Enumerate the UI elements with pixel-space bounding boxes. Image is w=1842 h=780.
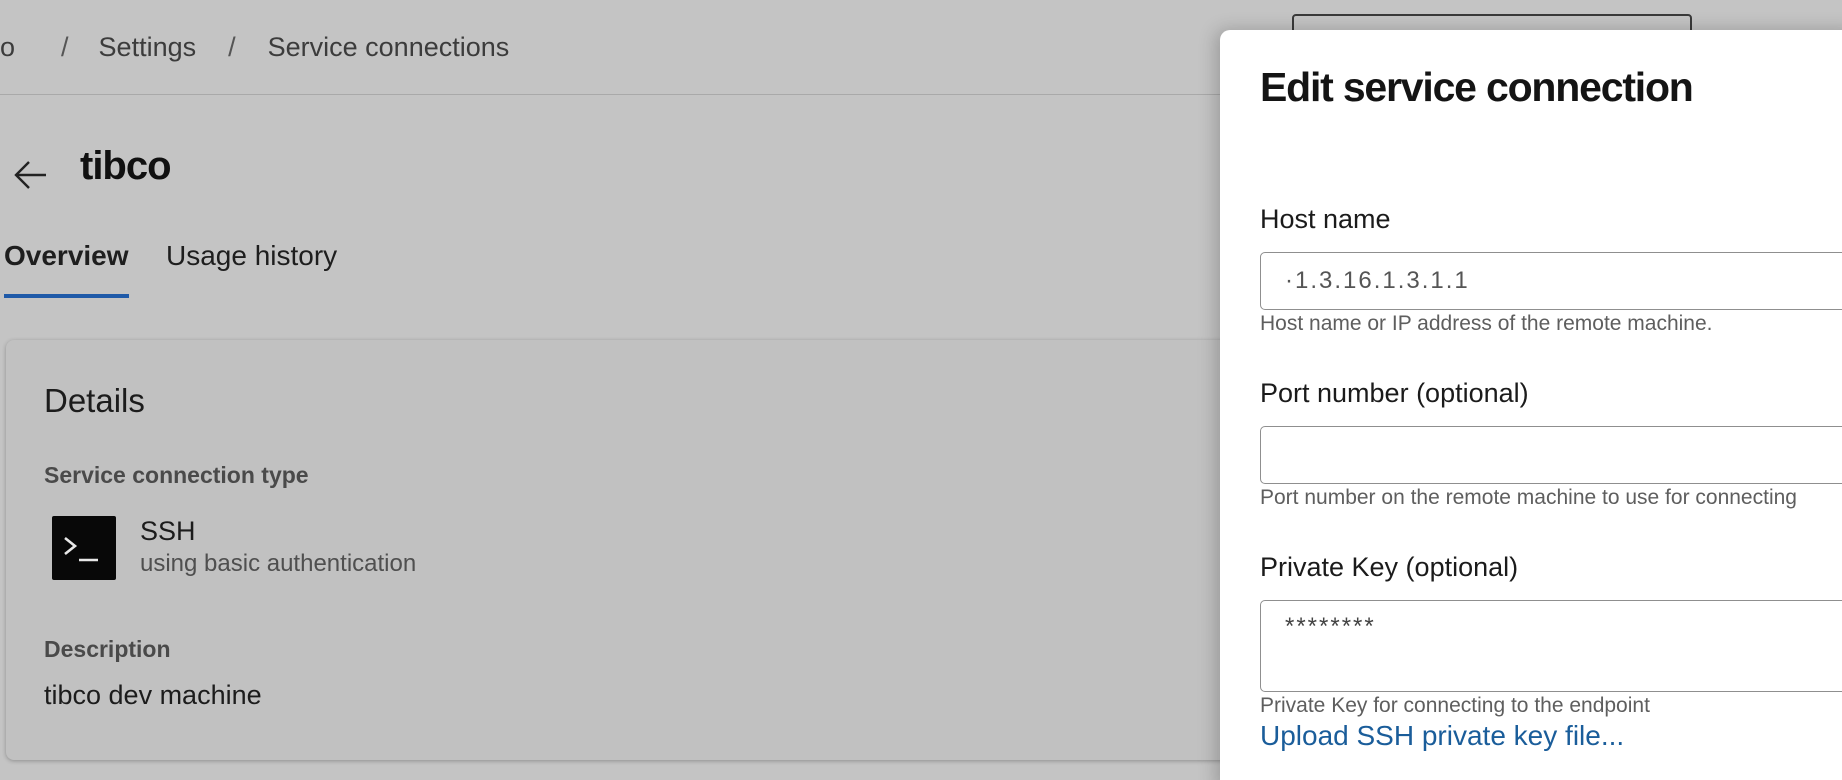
tab-overview[interactable]: Overview <box>4 240 129 298</box>
breadcrumb-item-service-connections[interactable]: Service connections <box>268 32 510 63</box>
breadcrumb-separator: / <box>228 32 236 62</box>
service-connection-type-label: Service connection type <box>44 462 309 488</box>
host-name-input[interactable] <box>1260 252 1842 310</box>
details-title: Details <box>44 382 145 419</box>
breadcrumb: o / Settings / Service connections <box>0 32 509 63</box>
private-key-helper: Private Key for connecting to the endpoi… <box>1260 694 1650 717</box>
tab-label: Overview <box>4 240 129 271</box>
host-name-helper: Host name or IP address of the remote ma… <box>1260 312 1713 335</box>
connection-auth-method: using basic authentication <box>140 550 417 577</box>
private-key-label: Private Key (optional) <box>1260 552 1519 582</box>
active-tab-indicator <box>4 294 129 298</box>
description-value: tibco dev machine <box>44 680 262 710</box>
connection-type-name: SSH <box>140 516 196 546</box>
upload-ssh-key-link[interactable]: Upload SSH private key file... <box>1260 720 1624 752</box>
host-name-label: Host name <box>1260 204 1391 234</box>
private-key-input[interactable]: ******** <box>1260 600 1842 692</box>
terminal-icon <box>52 516 116 580</box>
description-label: Description <box>44 636 171 662</box>
port-number-helper: Port number on the remote machine to use… <box>1260 486 1797 509</box>
edit-service-connection-panel: Edit service connection Host name Host n… <box>1220 30 1842 780</box>
back-arrow-icon[interactable] <box>12 156 50 194</box>
tab-usage-history[interactable]: Usage history <box>166 240 337 298</box>
page-title: tibco <box>80 144 172 188</box>
breadcrumb-item-settings[interactable]: Settings <box>99 32 197 63</box>
details-card: Details Service connection type SSH usin… <box>6 340 1266 760</box>
breadcrumb-item-project[interactable]: o <box>0 32 15 63</box>
port-number-label: Port number (optional) <box>1260 378 1529 408</box>
breadcrumb-separator: / <box>61 32 69 62</box>
panel-title: Edit service connection <box>1260 64 1694 110</box>
port-number-input[interactable] <box>1260 426 1842 484</box>
tab-label: Usage history <box>166 240 338 271</box>
